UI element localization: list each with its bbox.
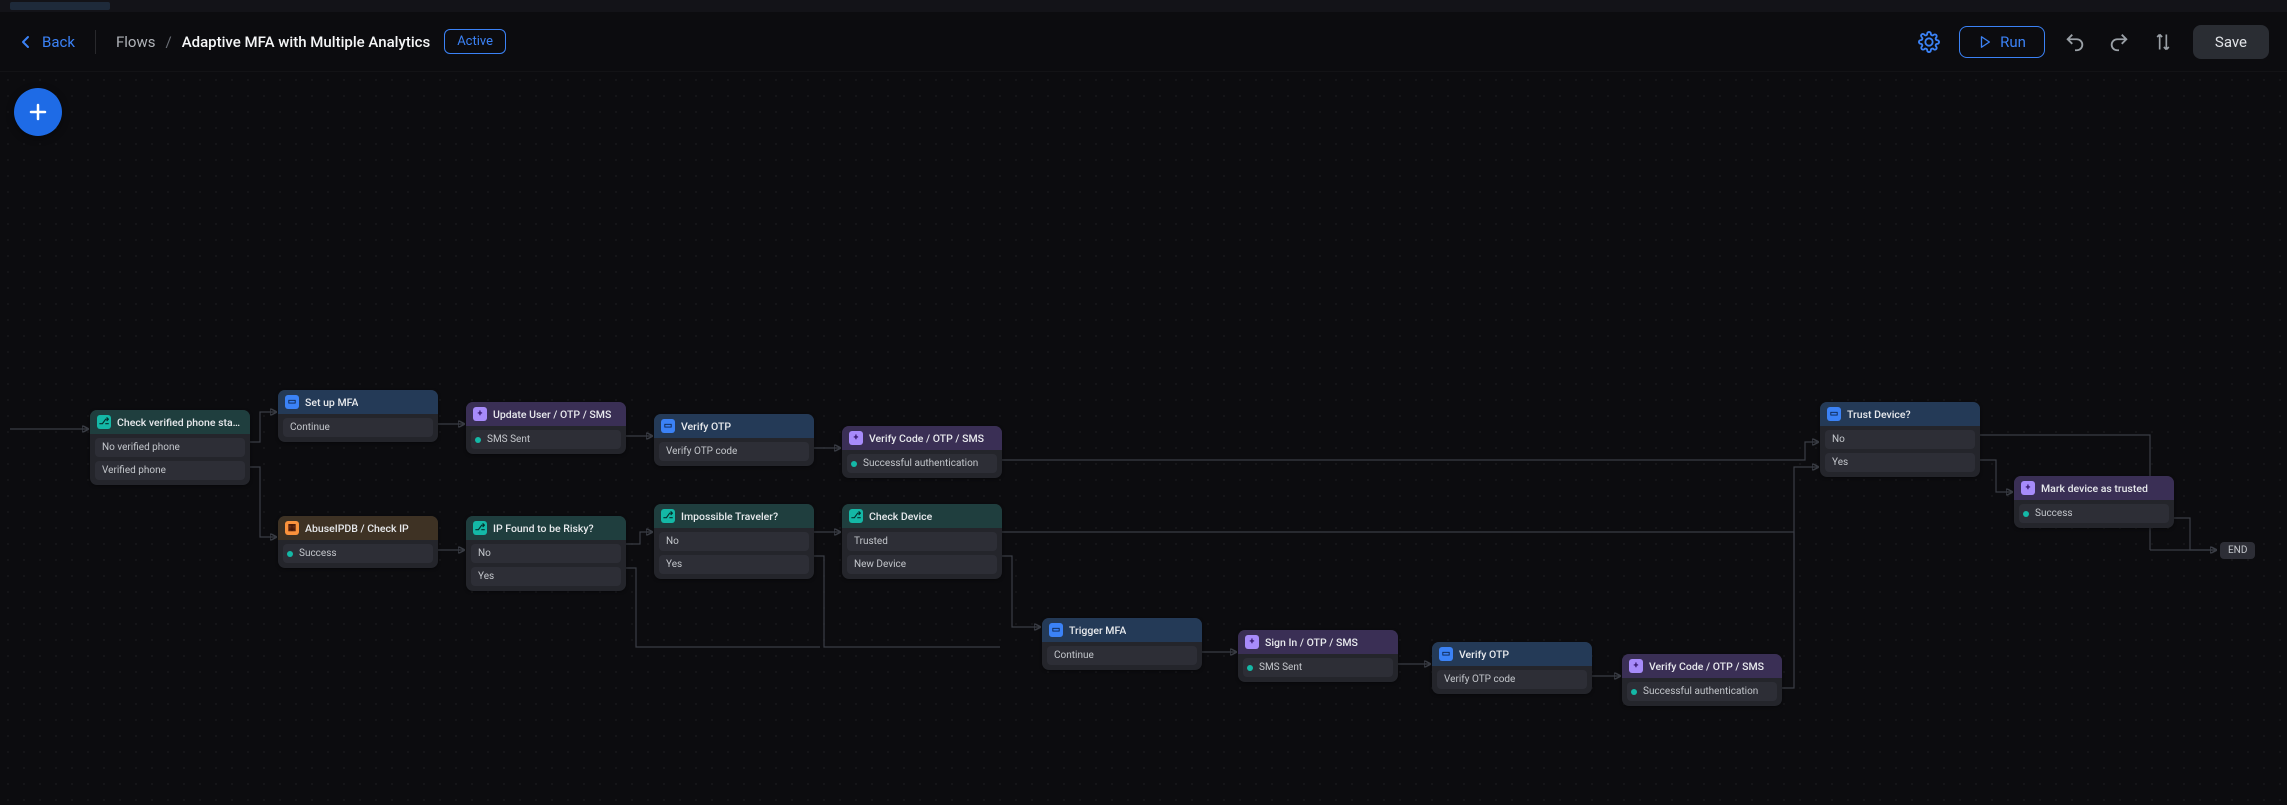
node-output[interactable]: Yes	[471, 567, 621, 586]
screen-icon: ▭	[1049, 623, 1063, 637]
branch-icon: ⎇	[661, 509, 675, 523]
node-title: Mark device as trusted	[2041, 482, 2148, 495]
node-title: Verify OTP	[681, 420, 731, 433]
plus-icon	[26, 100, 50, 124]
screen-icon: ▭	[1439, 647, 1453, 661]
action-icon: +	[473, 407, 487, 421]
redo-icon[interactable]	[2105, 28, 2133, 56]
node-title: Trigger MFA	[1069, 624, 1126, 637]
node-title: Check verified phone status	[117, 416, 243, 429]
flow-canvas[interactable]: al ⎇Check verified phone status No verif…	[0, 72, 2287, 805]
node-trust-device[interactable]: ▭ Trust Device? No Yes	[1820, 402, 1980, 477]
play-icon	[1978, 35, 1992, 49]
node-trigger-mfa[interactable]: ▭ Trigger MFA Continue	[1042, 618, 1202, 670]
header-actions: Run Save	[1915, 25, 2269, 59]
breadcrumb: Flows / Adaptive MFA with Multiple Analy…	[116, 33, 430, 51]
node-title: Set up MFA	[305, 396, 358, 409]
end-node[interactable]: END	[2220, 542, 2255, 559]
node-verify-code-bottom[interactable]: + Verify Code / OTP / SMS Successful auth…	[1622, 654, 1782, 706]
node-setup-mfa[interactable]: ▭ Set up MFA Continue	[278, 390, 438, 442]
connector-icon: ▦	[285, 521, 299, 535]
node-output[interactable]: No	[1825, 430, 1975, 449]
undo-icon[interactable]	[2061, 28, 2089, 56]
node-output[interactable]: Success	[2019, 504, 2169, 523]
node-output[interactable]: Yes	[1825, 453, 1975, 472]
run-button[interactable]: Run	[1959, 26, 2045, 58]
node-output[interactable]: Success	[283, 544, 433, 563]
action-icon: +	[849, 431, 863, 445]
run-label: Run	[2000, 33, 2026, 51]
screen-icon: ▭	[285, 395, 299, 409]
node-output[interactable]: Trusted	[847, 532, 997, 551]
breadcrumb-root[interactable]: Flows	[116, 33, 156, 51]
node-update-user-otp-sms[interactable]: + Update User / OTP / SMS SMS Sent	[466, 402, 626, 454]
branch-icon: ⎇	[849, 509, 863, 523]
app-topbar-stub	[0, 0, 2287, 12]
breadcrumb-separator: /	[165, 33, 171, 51]
node-verify-otp-top[interactable]: ▭ Verify OTP Verify OTP code	[654, 414, 814, 466]
screen-icon: ▭	[1827, 407, 1841, 421]
node-signin-otp-sms[interactable]: + Sign In / OTP / SMS SMS Sent	[1238, 630, 1398, 682]
node-title: Trust Device?	[1847, 408, 1911, 421]
node-title: Verify Code / OTP / SMS	[1649, 660, 1764, 673]
back-button[interactable]: Back	[18, 33, 75, 51]
node-title: AbuseIPDB / Check IP	[305, 522, 409, 535]
page-title: Adaptive MFA with Multiple Analytics	[182, 33, 431, 51]
action-icon: +	[1245, 635, 1259, 649]
action-icon: +	[2021, 481, 2035, 495]
back-label: Back	[42, 33, 75, 51]
node-title: Update User / OTP / SMS	[493, 408, 611, 421]
vertical-divider	[95, 30, 96, 54]
action-icon: +	[1629, 659, 1643, 673]
save-button[interactable]: Save	[2193, 25, 2269, 59]
node-title: Verify Code / OTP / SMS	[869, 432, 984, 445]
node-impossible-traveler[interactable]: ⎇ Impossible Traveler? No Yes	[654, 504, 814, 579]
node-output[interactable]: No	[659, 532, 809, 551]
node-output[interactable]: New Device	[847, 555, 997, 574]
arrow-left-icon	[18, 34, 34, 50]
node-check-verified-phone[interactable]: ⎇ Check verified phone status No verified…	[90, 410, 250, 485]
status-badge: Active	[444, 29, 506, 54]
add-node-button[interactable]	[14, 88, 62, 136]
branch-icon: ⎇	[473, 521, 487, 535]
node-output[interactable]: Successful authentication	[847, 454, 997, 473]
node-output[interactable]: No	[471, 544, 621, 563]
node-output[interactable]: Continue	[283, 418, 433, 437]
gear-icon[interactable]	[1915, 28, 1943, 56]
screen-icon: ▭	[661, 419, 675, 433]
node-title: Check Device	[869, 510, 932, 523]
node-output[interactable]: SMS Sent	[471, 430, 621, 449]
node-output[interactable]: Continue	[1047, 646, 1197, 665]
node-output[interactable]: Verify OTP code	[1437, 670, 1587, 689]
node-ip-risky[interactable]: ⎇ IP Found to be Risky? No Yes	[466, 516, 626, 591]
node-title: Sign In / OTP / SMS	[1265, 636, 1358, 649]
node-abuseipdb-check-ip[interactable]: ▦ AbuseIPDB / Check IP Success	[278, 516, 438, 568]
node-verify-otp-bottom[interactable]: ▭ Verify OTP Verify OTP code	[1432, 642, 1592, 694]
node-check-device[interactable]: ⎇ Check Device Trusted New Device	[842, 504, 1002, 579]
node-title: IP Found to be Risky?	[493, 522, 594, 535]
node-output[interactable]: No verified phone	[95, 438, 245, 457]
node-output[interactable]: Verify OTP code	[659, 442, 809, 461]
node-output[interactable]: SMS Sent	[1243, 658, 1393, 677]
tab-stub	[10, 2, 110, 10]
page-subheader: Back Flows / Adaptive MFA with Multiple …	[0, 12, 2287, 72]
node-verify-code-top[interactable]: + Verify Code / OTP / SMS Successful auth…	[842, 426, 1002, 478]
branch-icon: ⎇	[97, 415, 111, 429]
node-mark-device-trusted[interactable]: + Mark device as trusted Success	[2014, 476, 2174, 528]
node-title: Verify OTP	[1459, 648, 1509, 661]
node-output[interactable]: Successful authentication	[1627, 682, 1777, 701]
node-output[interactable]: Yes	[659, 555, 809, 574]
node-output[interactable]: Verified phone	[95, 461, 245, 480]
node-title: Impossible Traveler?	[681, 510, 778, 523]
sort-arrows-icon[interactable]	[2149, 28, 2177, 56]
